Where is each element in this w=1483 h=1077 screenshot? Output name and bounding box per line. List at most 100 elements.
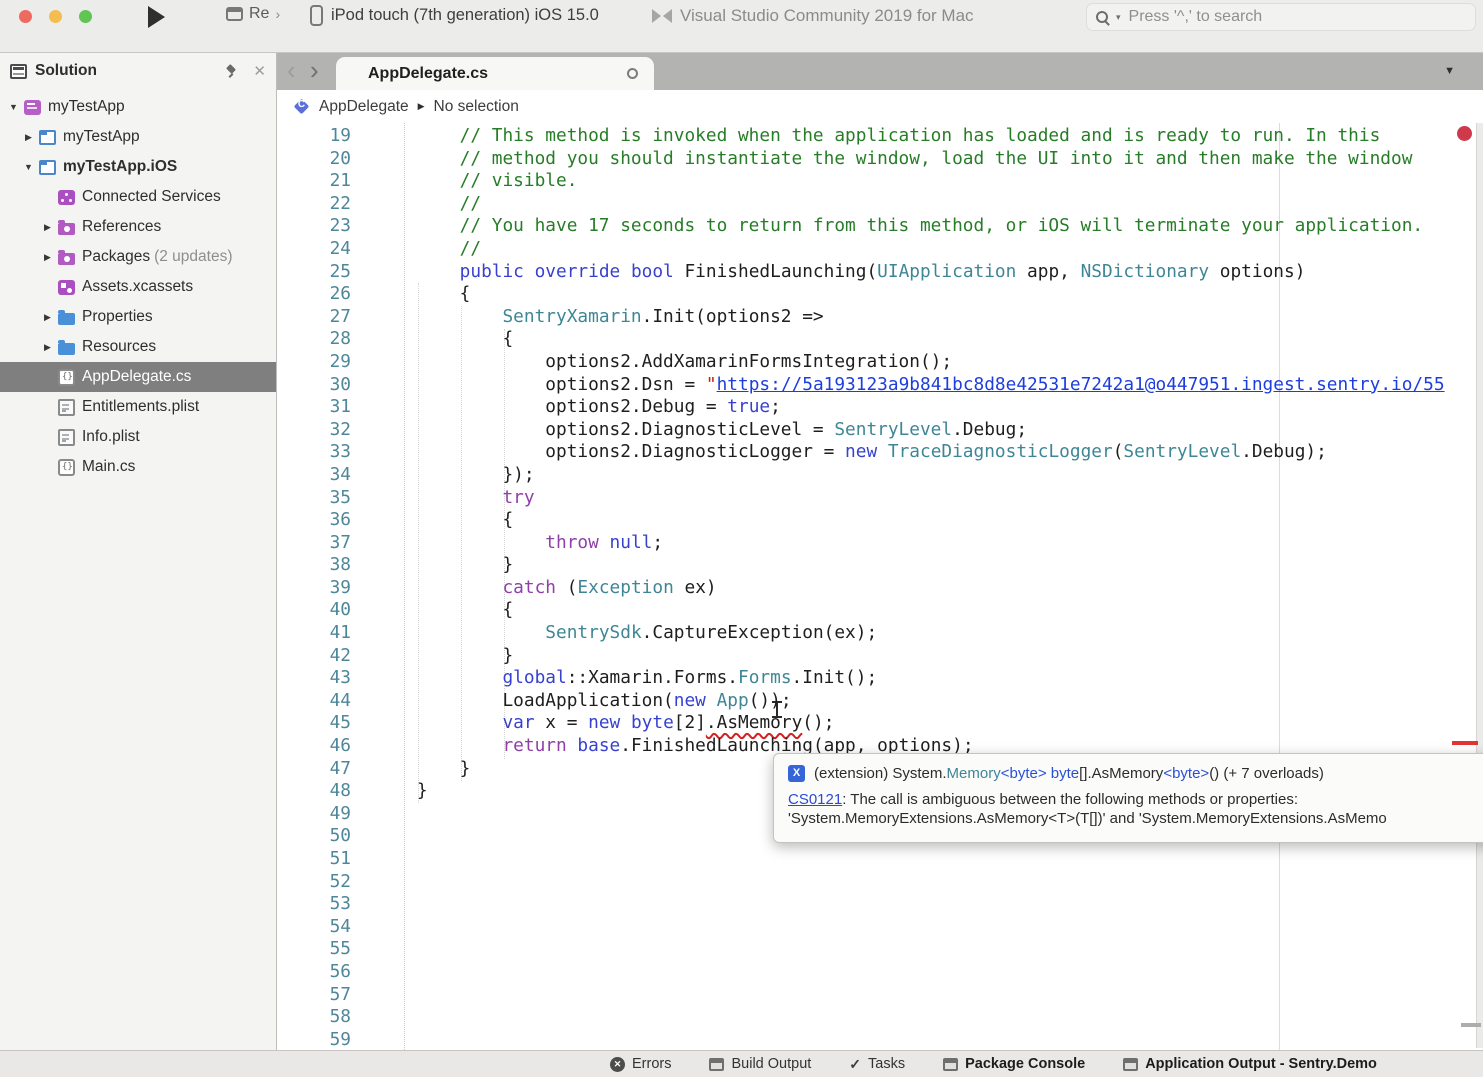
line-number[interactable]: 25 [277, 261, 351, 284]
breadcrumb-selection[interactable]: No selection [434, 98, 519, 116]
line-content[interactable]: // This method is invoked when the appli… [351, 125, 1380, 148]
line-number[interactable]: 41 [277, 622, 351, 645]
line-content[interactable] [351, 984, 374, 1007]
line-content[interactable]: catch (Exception ex) [351, 577, 717, 600]
code-line-56[interactable]: 56 [277, 961, 1483, 984]
code-line-29[interactable]: 29 options2.AddXamarinFormsIntegration()… [277, 351, 1483, 374]
code-line-31[interactable]: 31 options2.Debug = true; [277, 396, 1483, 419]
code-line-41[interactable]: 41 SentrySdk.CaptureException(ex); [277, 622, 1483, 645]
code-line-38[interactable]: 38 } [277, 554, 1483, 577]
line-content[interactable]: { [351, 328, 513, 351]
line-number[interactable]: 34 [277, 464, 351, 487]
code-line-45[interactable]: 45 var x = new byte[2].AsMemory(); [277, 712, 1483, 735]
sidebar-item-main-cs[interactable]: Main.cs [0, 452, 276, 482]
disclosure-right-icon[interactable]: ▶ [40, 342, 55, 353]
line-number[interactable]: 56 [277, 961, 351, 984]
code-line-28[interactable]: 28 { [277, 328, 1483, 351]
device-selector[interactable]: iPod touch (7th generation) iOS 15.0 [310, 5, 599, 26]
code-line-34[interactable]: 34 }); [277, 464, 1483, 487]
code-line-20[interactable]: 20 // method you should instantiate the … [277, 148, 1483, 171]
line-number[interactable]: 22 [277, 193, 351, 216]
line-number[interactable]: 33 [277, 441, 351, 464]
panel-button-package-console[interactable]: Package Console [943, 1056, 1085, 1072]
sidebar-item-appdelegate-cs[interactable]: AppDelegate.cs [0, 362, 276, 392]
error-code-link[interactable]: CS0121 [788, 791, 842, 808]
line-content[interactable]: SentrySdk.CaptureException(ex); [351, 622, 877, 645]
line-number[interactable]: 32 [277, 419, 351, 442]
sidebar-item-references[interactable]: ▶References [0, 212, 276, 242]
code-editor[interactable]: 19 // This method is invoked when the ap… [277, 123, 1483, 1050]
line-content[interactable]: SentryXamarin.Init(options2 => [351, 306, 824, 329]
line-content[interactable] [351, 893, 374, 916]
line-number[interactable]: 58 [277, 1006, 351, 1029]
sidebar-item-mytestapp-ios[interactable]: ▼myTestApp.iOS [0, 152, 276, 182]
line-content[interactable]: // visible. [351, 170, 577, 193]
line-number[interactable]: 28 [277, 328, 351, 351]
build-configuration-selector[interactable]: Re › [226, 5, 280, 23]
line-number[interactable]: 55 [277, 938, 351, 961]
line-number[interactable]: 45 [277, 712, 351, 735]
line-number[interactable]: 46 [277, 735, 351, 758]
code-line-23[interactable]: 23 // You have 17 seconds to return from… [277, 215, 1483, 238]
line-content[interactable] [351, 825, 374, 848]
line-content[interactable]: throw null; [351, 532, 663, 555]
line-number[interactable]: 31 [277, 396, 351, 419]
line-content[interactable]: global::Xamarin.Forms.Forms.Init(); [351, 667, 877, 690]
line-content[interactable] [351, 938, 374, 961]
sidebar-item-packages[interactable]: ▶Packages(2 updates) [0, 242, 276, 272]
line-number[interactable]: 24 [277, 238, 351, 261]
line-number[interactable]: 38 [277, 554, 351, 577]
line-content[interactable]: try [351, 487, 535, 510]
disclosure-right-icon[interactable]: ▶ [40, 312, 55, 323]
line-content[interactable]: public override bool FinishedLaunching(U… [351, 261, 1305, 284]
line-content[interactable]: // [351, 193, 481, 216]
disclosure-right-icon[interactable]: ▶ [40, 222, 55, 233]
line-number[interactable]: 39 [277, 577, 351, 600]
line-number[interactable]: 37 [277, 532, 351, 555]
code-line-37[interactable]: 37 throw null; [277, 532, 1483, 555]
code-line-32[interactable]: 32 options2.DiagnosticLevel = SentryLeve… [277, 419, 1483, 442]
code-line-58[interactable]: 58 [277, 1006, 1483, 1029]
sidebar-item-entitlements-plist[interactable]: Entitlements.plist [0, 392, 276, 422]
panel-button-application-output-sentry-demo[interactable]: Application Output - Sentry.Demo [1123, 1056, 1377, 1072]
code-line-55[interactable]: 55 [277, 938, 1483, 961]
line-number[interactable]: 29 [277, 351, 351, 374]
line-number[interactable]: 52 [277, 871, 351, 894]
sidebar-item-assets-xcassets[interactable]: Assets.xcassets [0, 272, 276, 302]
line-number[interactable]: 36 [277, 509, 351, 532]
line-number[interactable]: 59 [277, 1029, 351, 1050]
line-content[interactable]: options2.Debug = true; [351, 396, 781, 419]
line-content[interactable]: // method you should instantiate the win… [351, 148, 1412, 171]
code-line-54[interactable]: 54 [277, 916, 1483, 939]
code-line-26[interactable]: 26 { [277, 283, 1483, 306]
search-field[interactable]: ▾ [1086, 3, 1476, 31]
line-number[interactable]: 57 [277, 984, 351, 1007]
line-content[interactable]: } [351, 554, 513, 577]
line-number[interactable]: 54 [277, 916, 351, 939]
line-content[interactable]: options2.Dsn = "https://5a193123a9b841bc… [351, 374, 1445, 397]
breadcrumb-class[interactable]: AppDelegate [319, 98, 409, 116]
code-line-27[interactable]: 27 SentryXamarin.Init(options2 => [277, 306, 1483, 329]
sidebar-item-resources[interactable]: ▶Resources [0, 332, 276, 362]
line-number[interactable]: 35 [277, 487, 351, 510]
line-number[interactable]: 42 [277, 645, 351, 668]
line-number[interactable]: 43 [277, 667, 351, 690]
code-line-42[interactable]: 42 } [277, 645, 1483, 668]
code-line-44[interactable]: 44 LoadApplication(new App()); [277, 690, 1483, 713]
code-line-36[interactable]: 36 { [277, 509, 1483, 532]
search-input[interactable] [1129, 8, 1467, 26]
line-number[interactable]: 49 [277, 803, 351, 826]
line-number[interactable]: 20 [277, 148, 351, 171]
line-number[interactable]: 26 [277, 283, 351, 306]
line-content[interactable]: options2.AddXamarinFormsIntegration(); [351, 351, 952, 374]
code-line-59[interactable]: 59 [277, 1029, 1483, 1050]
code-line-30[interactable]: 30 options2.Dsn = "https://5a193123a9b84… [277, 374, 1483, 397]
code-line-21[interactable]: 21 // visible. [277, 170, 1483, 193]
code-line-25[interactable]: 25 public override bool FinishedLaunchin… [277, 261, 1483, 284]
line-content[interactable]: LoadApplication(new App()); [351, 690, 792, 713]
line-content[interactable] [351, 803, 374, 826]
line-number[interactable]: 30 [277, 374, 351, 397]
run-button[interactable] [148, 6, 165, 28]
line-content[interactable]: }); [351, 464, 535, 487]
code-line-57[interactable]: 57 [277, 984, 1483, 1007]
